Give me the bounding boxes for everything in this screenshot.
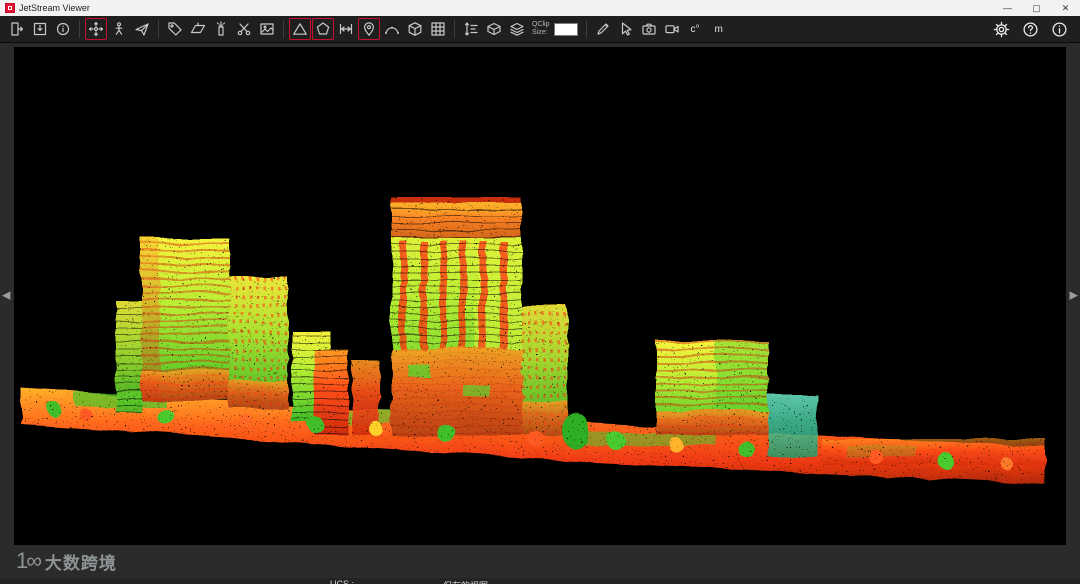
viewport-area: ◀ ▶ <box>14 47 1066 545</box>
layers-icon[interactable] <box>506 18 528 40</box>
toolbar-separator <box>454 20 455 38</box>
point-marker-icon[interactable] <box>358 18 380 40</box>
cut-tool-icon[interactable] <box>233 18 255 40</box>
select-cursor-icon[interactable] <box>615 18 637 40</box>
distance-measure-icon[interactable] <box>335 18 357 40</box>
triangle-measure-icon[interactable] <box>289 18 311 40</box>
video-capture-icon[interactable] <box>661 18 683 40</box>
import-box-icon[interactable] <box>29 18 51 40</box>
bottom-band: 1∞ 大数跨境 UCS : 保存的视图 : <box>0 545 1080 584</box>
toolbar: QClip Size: c° m <box>0 16 1080 43</box>
annotate-pencil-icon[interactable] <box>592 18 614 40</box>
qclip-size-control: QClip Size: <box>532 21 578 37</box>
toolbar-right <box>990 18 1074 40</box>
polygon-measure-icon[interactable] <box>312 18 334 40</box>
ucs-label: UCS : <box>330 579 354 584</box>
prev-view-arrow[interactable]: ◀ <box>2 291 10 302</box>
snapshot-region-icon[interactable] <box>256 18 278 40</box>
toolbar-separator <box>586 20 587 38</box>
paint-tool-icon[interactable] <box>210 18 232 40</box>
watermark: 1∞ 大数跨境 <box>16 548 117 574</box>
point-cloud-viewport[interactable] <box>14 47 1066 545</box>
maximize-button[interactable]: ▢ <box>1022 0 1051 16</box>
toolbar-separator <box>79 20 80 38</box>
minimize-button[interactable]: — <box>993 0 1022 16</box>
qclip-size-label: QClip Size: <box>532 21 550 37</box>
app-logo-icon <box>5 3 15 13</box>
camera-icon[interactable] <box>638 18 660 40</box>
open-door-icon[interactable] <box>6 18 28 40</box>
length-unit-label[interactable]: m <box>715 24 723 35</box>
info-circle-icon[interactable] <box>52 18 74 40</box>
clip-plane-icon[interactable] <box>483 18 505 40</box>
fly-tool-icon[interactable] <box>131 18 153 40</box>
watermark-logo: 1∞ <box>16 548 40 574</box>
grid-tool-icon[interactable] <box>427 18 449 40</box>
window-title: JetStream Viewer <box>19 3 90 13</box>
volume-measure-icon[interactable] <box>404 18 426 40</box>
toolbar-separator <box>158 20 159 38</box>
arc-measure-icon[interactable] <box>381 18 403 40</box>
help-icon[interactable] <box>1019 18 1041 40</box>
qclip-size-input[interactable] <box>554 23 578 36</box>
about-info-icon[interactable] <box>1048 18 1070 40</box>
tag-tool-icon[interactable] <box>164 18 186 40</box>
toolbar-separator <box>283 20 284 38</box>
temperature-unit-label[interactable]: c° <box>691 24 700 35</box>
next-view-arrow[interactable]: ▶ <box>1070 291 1078 302</box>
saved-views-label: 保存的视图 : <box>443 579 493 584</box>
orbit-tool-icon[interactable] <box>85 18 107 40</box>
elevation-tool-icon[interactable] <box>460 18 482 40</box>
watermark-text: 大数跨境 <box>45 549 117 574</box>
close-button[interactable]: ✕ <box>1051 0 1080 16</box>
walk-tool-icon[interactable] <box>108 18 130 40</box>
status-bar: UCS : 保存的视图 : <box>0 578 1080 584</box>
plane-fit-tool-icon[interactable] <box>187 18 209 40</box>
titlebar: JetStream Viewer — ▢ ✕ <box>0 0 1080 16</box>
settings-gear-icon[interactable] <box>990 18 1012 40</box>
